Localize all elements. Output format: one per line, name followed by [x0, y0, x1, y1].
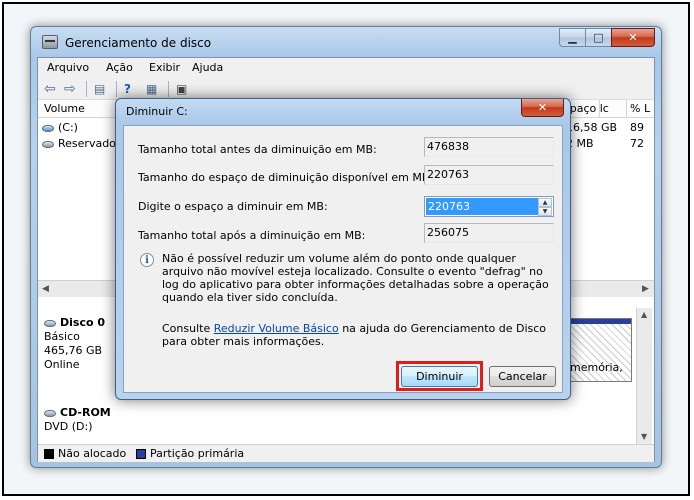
shrink-dialog: Diminuir C: ✕ Tamanho total antes da dim…	[115, 98, 571, 400]
volume-percent-free: 89	[630, 121, 644, 134]
column-header-volume[interactable]: Volume	[44, 102, 85, 115]
total-before-label: Tamanho total antes da diminuição em MB:	[138, 143, 377, 156]
legend-bar: Não alocado Partição primária	[38, 444, 654, 462]
volume-name: (C:)	[42, 121, 78, 134]
info-icon: i	[140, 253, 154, 267]
cdrom-icon	[44, 409, 56, 417]
column-header-percent-free[interactable]: % L	[630, 102, 650, 115]
total-after-label: Tamanho total após a diminuição em MB:	[138, 229, 366, 242]
toolbar-separator	[86, 81, 87, 97]
close-button[interactable]: ✕	[611, 28, 655, 47]
menu-exibir[interactable]: Exibir	[149, 61, 180, 74]
shrink-amount-input[interactable]	[426, 198, 538, 215]
volume-disk-icon	[42, 140, 54, 148]
scroll-right-icon[interactable]: ▶	[642, 284, 649, 294]
screenshot-frame: Gerenciamento de disco ▁ □ ✕ Arquivo Açã…	[2, 2, 690, 496]
cdrom-drive: DVD (D:)	[44, 420, 93, 433]
disk-0-icon	[44, 319, 56, 327]
vertical-scrollbar[interactable]: ▲ ▼	[636, 308, 652, 444]
dialog-title: Diminuir C:	[126, 105, 188, 118]
scroll-down-icon[interactable]: ▼	[641, 432, 647, 441]
shrink-amount-stepper: ▲ ▼	[424, 196, 554, 217]
disk-0-size: 465,76 GB	[44, 344, 103, 357]
total-after-value: 256075	[424, 223, 554, 243]
available-shrink-label: Tamanho do espaço de diminuição disponív…	[138, 171, 434, 184]
help-icon[interactable]: ?	[124, 81, 131, 97]
toolbar-separator	[168, 81, 169, 97]
legend-unallocated-label: Não alocado	[58, 447, 127, 460]
disk-0-name: Disco 0	[44, 316, 105, 330]
minimize-button[interactable]: ▁	[559, 28, 586, 47]
available-shrink-value: 220763	[424, 165, 554, 185]
volume-name: Reservado	[42, 137, 116, 150]
toolbar: ⇦ ⇨ ▤ ? ▦ ▣	[38, 78, 654, 100]
shrink-button[interactable]: Diminuir	[401, 366, 478, 387]
shrink-amount-label: Digite o espaço a diminuir em MB:	[138, 200, 328, 213]
partition-note: memória,	[570, 361, 623, 374]
title-bar[interactable]: Gerenciamento de disco ▁ □ ✕	[31, 27, 661, 57]
cdrom-name: CD-ROM	[44, 406, 111, 420]
view-icon[interactable]: ▦	[146, 81, 157, 97]
menu-arquivo[interactable]: Arquivo	[47, 61, 89, 74]
consult-help-text: Consulte Reduzir Volume Básico na ajuda …	[162, 322, 547, 348]
legend-swatch-unallocated	[44, 449, 54, 459]
disk-management-app-icon	[42, 35, 58, 49]
volume-percent-free: 72	[630, 137, 644, 150]
cancel-button[interactable]: Cancelar	[489, 366, 556, 387]
forward-arrow-icon[interactable]: ⇨	[64, 81, 76, 97]
menu-acao[interactable]: Ação	[106, 61, 133, 74]
column-separator	[626, 100, 627, 118]
shrink-help-link[interactable]: Reduzir Volume Básico	[214, 322, 339, 335]
dialog-body: Tamanho total antes da diminuição em MB:…	[123, 125, 563, 393]
back-arrow-icon[interactable]: ⇦	[44, 81, 56, 97]
caption-buttons: ▁ □ ✕	[559, 28, 655, 47]
scroll-left-icon[interactable]: ◀	[42, 284, 49, 294]
total-before-value: 476838	[424, 137, 554, 157]
menu-ajuda[interactable]: Ajuda	[192, 61, 223, 74]
info-text: Não é possível reduzir um volume além do…	[162, 252, 549, 304]
stepper-up-icon[interactable]: ▲	[538, 198, 552, 207]
disk-icon[interactable]: ▣	[176, 81, 187, 97]
disk-0-status: Online	[44, 358, 80, 371]
disk-0-type: Básico	[44, 330, 80, 343]
stepper-down-icon[interactable]: ▼	[538, 207, 552, 216]
volume-free-space: 16,58 GB	[566, 121, 618, 134]
disk-0-label[interactable]: Disco 0 Básico 465,76 GB Online	[44, 316, 105, 372]
window-title: Gerenciamento de disco	[65, 36, 212, 50]
cdrom-label[interactable]: CD-ROM DVD (D:)	[44, 406, 111, 434]
dialog-close-button[interactable]: ✕	[521, 99, 564, 117]
legend-primary-label: Partição primária	[150, 447, 245, 460]
menu-bar: Arquivo Ação Exibir Ajuda	[38, 58, 654, 78]
toolbar-separator	[116, 81, 117, 97]
legend-swatch-primary	[136, 449, 146, 459]
properties-icon[interactable]: ▤	[94, 81, 105, 97]
scroll-up-icon[interactable]: ▲	[641, 310, 647, 319]
maximize-button[interactable]: □	[585, 28, 612, 47]
volume-disk-icon	[42, 124, 54, 132]
